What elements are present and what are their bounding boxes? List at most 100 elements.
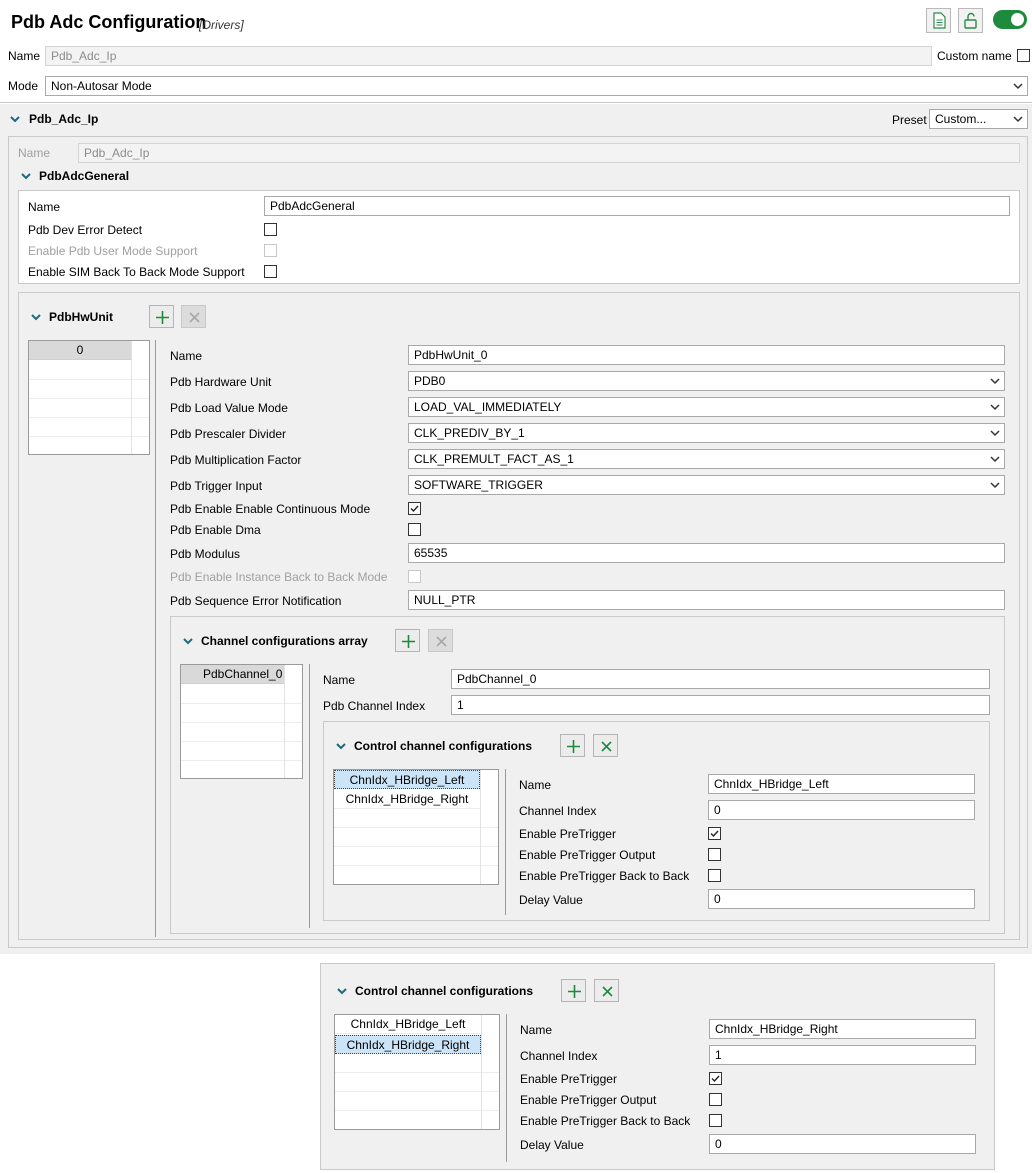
plus-icon (567, 740, 580, 753)
lock-button[interactable] (958, 8, 983, 33)
hw-unit-label: Pdb Hardware Unit (170, 375, 272, 389)
channels-list: PdbChannel_0 (180, 664, 303, 779)
chevron-down-icon[interactable] (20, 170, 32, 182)
delay-field[interactable]: 0 (709, 1134, 976, 1154)
remove-control-button[interactable] (593, 734, 618, 757)
chevron-down-icon (990, 404, 1000, 411)
channels-section-title: Channel configurations array (201, 634, 368, 648)
chevron-down-icon (1013, 116, 1023, 123)
hwunit-name-label: Name (170, 349, 203, 363)
page-subtitle: [Drivers] (199, 18, 244, 32)
name-label: Name (8, 49, 41, 63)
add-channel-button[interactable] (395, 629, 420, 652)
hwunit-name-field[interactable]: PdbHwUnit_0 (408, 345, 1005, 365)
pretrigger-output-checkbox[interactable] (709, 1093, 722, 1106)
user-mode-checkbox (264, 244, 277, 257)
dev-error-checkbox[interactable] (264, 223, 277, 236)
list-scroll-divider (481, 1015, 482, 1129)
list-item[interactable]: 0 (29, 341, 131, 360)
chevron-down-icon (990, 378, 1000, 385)
chevron-down-icon[interactable] (182, 635, 194, 647)
pretrigger-checkbox[interactable] (708, 827, 721, 840)
general-name-field[interactable]: PdbAdcGeneral (264, 196, 1010, 216)
prescaler-label: Pdb Prescaler Divider (170, 427, 287, 441)
pretrigger-b2b-label: Enable PreTrigger Back to Back (519, 869, 690, 883)
export-button[interactable] (926, 8, 951, 33)
channel-name-field[interactable]: PdbChannel_0 (451, 669, 990, 689)
channel-index-field[interactable]: 1 (709, 1045, 976, 1065)
control-name-field[interactable]: ChnIdx_HBridge_Left (708, 774, 975, 794)
channel-index-label: Channel Index (520, 1049, 598, 1063)
close-icon (601, 741, 612, 752)
page-title: Pdb Adc Configuration (11, 12, 207, 32)
seq-error-label: Pdb Sequence Error Notification (170, 594, 342, 608)
chevron-down-icon (1013, 83, 1023, 90)
pretrigger-output-checkbox[interactable] (708, 848, 721, 861)
load-mode-select[interactable]: LOAD_VAL_IMMEDIATELY (408, 397, 1005, 417)
chevron-down-icon[interactable] (30, 311, 42, 323)
sim-b2b-checkbox[interactable] (264, 265, 277, 278)
list-item-empty (335, 1073, 499, 1092)
divider (0, 102, 1032, 103)
prescaler-value: CLK_PREDIV_BY_1 (414, 426, 525, 440)
dma-checkbox[interactable] (408, 523, 421, 536)
list-item-empty (334, 847, 498, 866)
control-name-field[interactable]: ChnIdx_HBridge_Right (709, 1019, 976, 1039)
list-item-empty (334, 828, 498, 847)
list-item-empty (334, 809, 498, 828)
preset-select[interactable]: Custom... (929, 109, 1028, 129)
list-item[interactable]: ChnIdx_HBridge_Right (334, 790, 480, 809)
list-item[interactable]: PdbChannel_0 (181, 665, 284, 684)
channel-index-field[interactable]: 1 (451, 695, 990, 715)
pretrigger-b2b-checkbox[interactable] (708, 869, 721, 882)
ip-name-field[interactable]: Pdb_Adc_Ip (78, 143, 1020, 163)
chevron-down-icon[interactable] (336, 985, 348, 997)
plus-icon (568, 985, 581, 998)
control-section-title: Control channel configurations (354, 739, 533, 753)
hw-unit-select[interactable]: PDB0 (408, 371, 1005, 391)
list-scroll-divider (284, 665, 285, 778)
chevron-down-icon[interactable] (335, 740, 347, 752)
close-icon (602, 986, 613, 997)
list-item-selected[interactable]: ChnIdx_HBridge_Right (335, 1035, 481, 1054)
list-item-selected[interactable]: ChnIdx_HBridge_Left (334, 770, 480, 789)
pretrigger-label: Enable PreTrigger (520, 1072, 617, 1086)
pretrigger-checkbox[interactable] (709, 1072, 722, 1085)
modulus-label: Pdb Modulus (170, 547, 241, 561)
add-control-button[interactable] (560, 734, 585, 757)
chevron-down-icon (990, 430, 1000, 437)
continuous-mode-checkbox[interactable] (408, 502, 421, 515)
remove-channel-button (428, 629, 453, 652)
channel-index-field[interactable]: 0 (708, 800, 975, 820)
instance-b2b-checkbox (408, 570, 421, 583)
multiplication-value: CLK_PREMULT_FACT_AS_1 (414, 452, 574, 466)
enable-toggle[interactable] (993, 10, 1027, 29)
add-control-button[interactable] (561, 979, 586, 1002)
pretrigger-b2b-label: Enable PreTrigger Back to Back (520, 1114, 691, 1128)
channel-index-label: Pdb Channel Index (323, 699, 426, 713)
chevron-down-icon[interactable] (9, 113, 21, 125)
add-hwunit-button[interactable] (149, 305, 174, 328)
seq-error-field[interactable]: NULL_PTR (408, 590, 1005, 610)
dev-error-label: Pdb Dev Error Detect (28, 223, 143, 237)
control-list: ChnIdx_HBridge_Left ChnIdx_HBridge_Right (333, 769, 499, 885)
control-name-label: Name (520, 1023, 553, 1037)
remove-control-button[interactable] (594, 979, 619, 1002)
user-mode-label: Enable Pdb User Mode Support (28, 244, 198, 258)
trigger-input-select[interactable]: SOFTWARE_TRIGGER (408, 475, 1005, 495)
check-icon (410, 505, 419, 513)
modulus-field[interactable]: 65535 (408, 543, 1005, 563)
mode-select[interactable]: Non-Autosar Mode (45, 76, 1028, 96)
delay-field[interactable]: 0 (708, 889, 975, 909)
list-item[interactable]: ChnIdx_HBridge_Left (335, 1015, 481, 1034)
prescaler-select[interactable]: CLK_PREDIV_BY_1 (408, 423, 1005, 443)
load-mode-value: LOAD_VAL_IMMEDIATELY (414, 400, 562, 414)
control-name-label: Name (519, 778, 552, 792)
list-scroll-divider (480, 770, 481, 884)
custom-name-checkbox[interactable] (1017, 49, 1030, 62)
control-list: ChnIdx_HBridge_Left ChnIdx_HBridge_Right (334, 1014, 500, 1130)
pretrigger-b2b-checkbox[interactable] (709, 1114, 722, 1127)
multiplication-select[interactable]: CLK_PREMULT_FACT_AS_1 (408, 449, 1005, 469)
name-field[interactable]: Pdb_Adc_Ip (45, 46, 932, 66)
preset-value: Custom... (935, 112, 987, 126)
